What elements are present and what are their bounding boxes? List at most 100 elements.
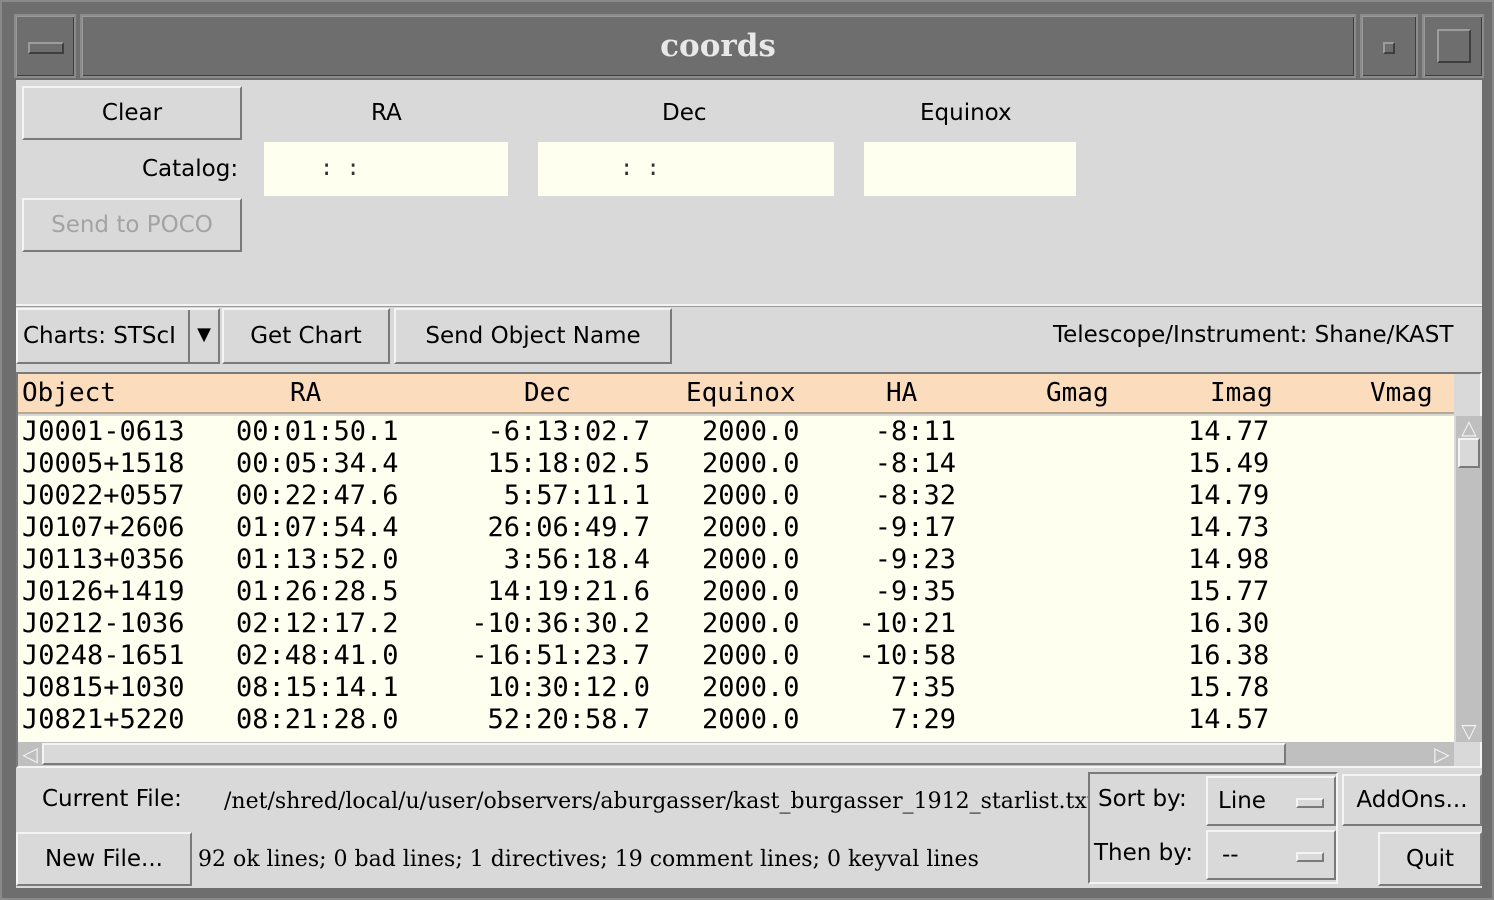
cell-ra: 00:22:47.6 bbox=[236, 480, 399, 511]
cell-ra: 00:01:50.1 bbox=[236, 416, 399, 447]
column-header-vmag[interactable]: Vmag bbox=[1370, 378, 1433, 408]
maximize-icon bbox=[1437, 29, 1471, 63]
cell-ra: 02:12:17.2 bbox=[236, 608, 399, 639]
charts-source-menu[interactable]: Charts: STScI ▼ bbox=[16, 308, 220, 364]
table-header: Object RA Dec Equinox HA Gmag Imag Vmag bbox=[18, 374, 1454, 414]
get-chart-button[interactable]: Get Chart bbox=[222, 308, 390, 364]
table-row[interactable]: J0815+1030 08:15:14.1 10:30:12.0 2000.0 7:35… bbox=[18, 672, 1454, 704]
cell-object: J0212-1036 bbox=[22, 608, 185, 639]
scroll-down-arrow-icon[interactable]: ▽ bbox=[1458, 720, 1480, 742]
minimize-icon bbox=[1383, 42, 1395, 54]
scroll-left-arrow-icon[interactable]: ◁ bbox=[18, 742, 42, 766]
vertical-scroll-thumb[interactable] bbox=[1458, 438, 1480, 468]
cell-ha: 7:29 bbox=[890, 704, 956, 735]
column-header-ha[interactable]: HA bbox=[886, 378, 917, 408]
equinox-input[interactable] bbox=[864, 142, 1076, 196]
maximize-button[interactable] bbox=[1422, 14, 1484, 78]
title-bar[interactable]: coords bbox=[14, 14, 1484, 78]
cell-ha: -10:21 bbox=[858, 608, 956, 639]
column-header-dec[interactable]: Dec bbox=[524, 378, 571, 408]
table-row[interactable]: J0001-0613 00:01:50.1 -6:13:02.7 2000.0 -8:1… bbox=[18, 416, 1454, 448]
table-row[interactable]: J0107+2606 01:07:54.4 26:06:49.7 2000.0 -9:1… bbox=[18, 512, 1454, 544]
cell-equinox: 2000.0 bbox=[702, 544, 800, 575]
horizontal-scrollbar[interactable]: ◁ ▷ bbox=[18, 742, 1454, 766]
charts-source-label: Charts: STScI bbox=[23, 323, 176, 349]
cell-imag: 14.79 bbox=[1188, 480, 1270, 511]
sort-by-label: Sort by: bbox=[1098, 786, 1187, 812]
telescope-instrument-label: Telescope/Instrument: Shane/KAST bbox=[1053, 322, 1454, 348]
table-row[interactable]: J0212-1036 02:12:17.2 -10:36:30.2 2000.0 -10… bbox=[18, 608, 1454, 640]
cell-dec: 3:56:18.4 bbox=[503, 544, 650, 575]
catalog-label: Catalog: bbox=[142, 156, 239, 182]
window-frame: coords Clear RA Dec Equinox Catalog: : :… bbox=[0, 0, 1494, 900]
then-by-label: Then by: bbox=[1094, 840, 1193, 866]
cell-ra: 01:07:54.4 bbox=[236, 512, 399, 543]
new-file-button[interactable]: New File... bbox=[16, 832, 192, 886]
cell-dec: -6:13:02.7 bbox=[487, 416, 650, 447]
scroll-up-arrow-icon[interactable]: △ bbox=[1458, 416, 1480, 438]
send-to-poco-button[interactable]: Send to POCO bbox=[22, 198, 242, 252]
cell-equinox: 2000.0 bbox=[702, 480, 800, 511]
table-row[interactable]: J0126+1419 01:26:28.5 14:19:21.6 2000.0 -9:3… bbox=[18, 576, 1454, 608]
table-row[interactable]: J0113+0356 01:13:52.0 3:56:18.4 2000.0 -9:23… bbox=[18, 544, 1454, 576]
cell-dec: 10:30:12.0 bbox=[487, 672, 650, 703]
cell-equinox: 2000.0 bbox=[702, 704, 800, 735]
dec-input[interactable]: : : bbox=[538, 142, 834, 196]
option-menu-indicator-icon bbox=[1296, 798, 1324, 808]
cell-imag: 15.49 bbox=[1188, 448, 1270, 479]
quit-button[interactable]: Quit bbox=[1378, 832, 1482, 886]
send-object-name-button[interactable]: Send Object Name bbox=[394, 308, 672, 364]
column-header-equinox[interactable]: Equinox bbox=[686, 378, 796, 408]
cell-equinox: 2000.0 bbox=[702, 640, 800, 671]
cell-ha: -9:35 bbox=[874, 576, 956, 607]
table-row[interactable]: J0022+0557 00:22:47.6 5:57:11.1 2000.0 -8:32… bbox=[18, 480, 1454, 512]
window-menu-button[interactable] bbox=[14, 14, 76, 78]
window-menu-icon bbox=[28, 42, 64, 54]
cell-ha: -8:14 bbox=[874, 448, 956, 479]
column-header-imag[interactable]: Imag bbox=[1210, 378, 1273, 408]
scroll-right-arrow-icon[interactable]: ▷ bbox=[1430, 742, 1454, 766]
cell-equinox: 2000.0 bbox=[702, 512, 800, 543]
then-by-menu[interactable]: -- bbox=[1206, 830, 1336, 880]
ra-input[interactable]: : : bbox=[264, 142, 508, 196]
addons-button[interactable]: AddOns... bbox=[1342, 774, 1482, 826]
cell-ra: 00:05:34.4 bbox=[236, 448, 399, 479]
table-body: J0001-0613 00:01:50.1 -6:13:02.7 2000.0 -8:1… bbox=[18, 416, 1454, 742]
cell-object: J0815+1030 bbox=[22, 672, 185, 703]
target-list: Object RA Dec Equinox HA Gmag Imag Vmag … bbox=[16, 372, 1482, 768]
table-row[interactable]: J0005+1518 00:05:34.4 15:18:02.5 2000.0 -8:1… bbox=[18, 448, 1454, 480]
cell-object: J0001-0613 bbox=[22, 416, 185, 447]
cell-imag: 14.77 bbox=[1188, 416, 1270, 447]
cell-object: J0107+2606 bbox=[22, 512, 185, 543]
cell-ra: 08:21:28.0 bbox=[236, 704, 399, 735]
table-row[interactable]: J0821+5220 08:21:28.0 52:20:58.7 2000.0 7:29… bbox=[18, 704, 1454, 736]
separator bbox=[16, 304, 1482, 307]
equinox-column-label: Equinox bbox=[920, 100, 1012, 126]
cell-ra: 01:13:52.0 bbox=[236, 544, 399, 575]
clear-button[interactable]: Clear bbox=[22, 86, 242, 140]
cell-equinox: 2000.0 bbox=[702, 576, 800, 607]
cell-ha: -9:17 bbox=[874, 512, 956, 543]
cell-imag: 15.78 bbox=[1188, 672, 1270, 703]
cell-ra: 08:15:14.1 bbox=[236, 672, 399, 703]
cell-ha: -8:11 bbox=[874, 416, 956, 447]
cell-ha: -10:58 bbox=[858, 640, 956, 671]
cell-dec: -16:51:23.7 bbox=[471, 640, 650, 671]
column-header-object[interactable]: Object bbox=[22, 378, 116, 408]
minimize-button[interactable] bbox=[1360, 14, 1418, 78]
cell-ha: 7:35 bbox=[890, 672, 956, 703]
column-header-gmag[interactable]: Gmag bbox=[1046, 378, 1109, 408]
sort-by-menu[interactable]: Line bbox=[1206, 776, 1336, 826]
table-row[interactable]: J0248-1651 02:48:41.0 -16:51:23.7 2000.0 -10… bbox=[18, 640, 1454, 672]
vertical-scrollbar[interactable]: △ ▽ bbox=[1456, 416, 1482, 742]
cell-dec: 5:57:11.1 bbox=[503, 480, 650, 511]
cell-imag: 14.98 bbox=[1188, 544, 1270, 575]
cell-imag: 14.73 bbox=[1188, 512, 1270, 543]
dec-column-label: Dec bbox=[662, 100, 707, 126]
cell-equinox: 2000.0 bbox=[702, 448, 800, 479]
dropdown-arrow-icon: ▼ bbox=[188, 310, 218, 362]
column-header-ra[interactable]: RA bbox=[290, 378, 321, 408]
cell-ra: 01:26:28.5 bbox=[236, 576, 399, 607]
dec-input-value: : : bbox=[620, 156, 660, 181]
horizontal-scroll-thumb[interactable] bbox=[42, 743, 1286, 765]
